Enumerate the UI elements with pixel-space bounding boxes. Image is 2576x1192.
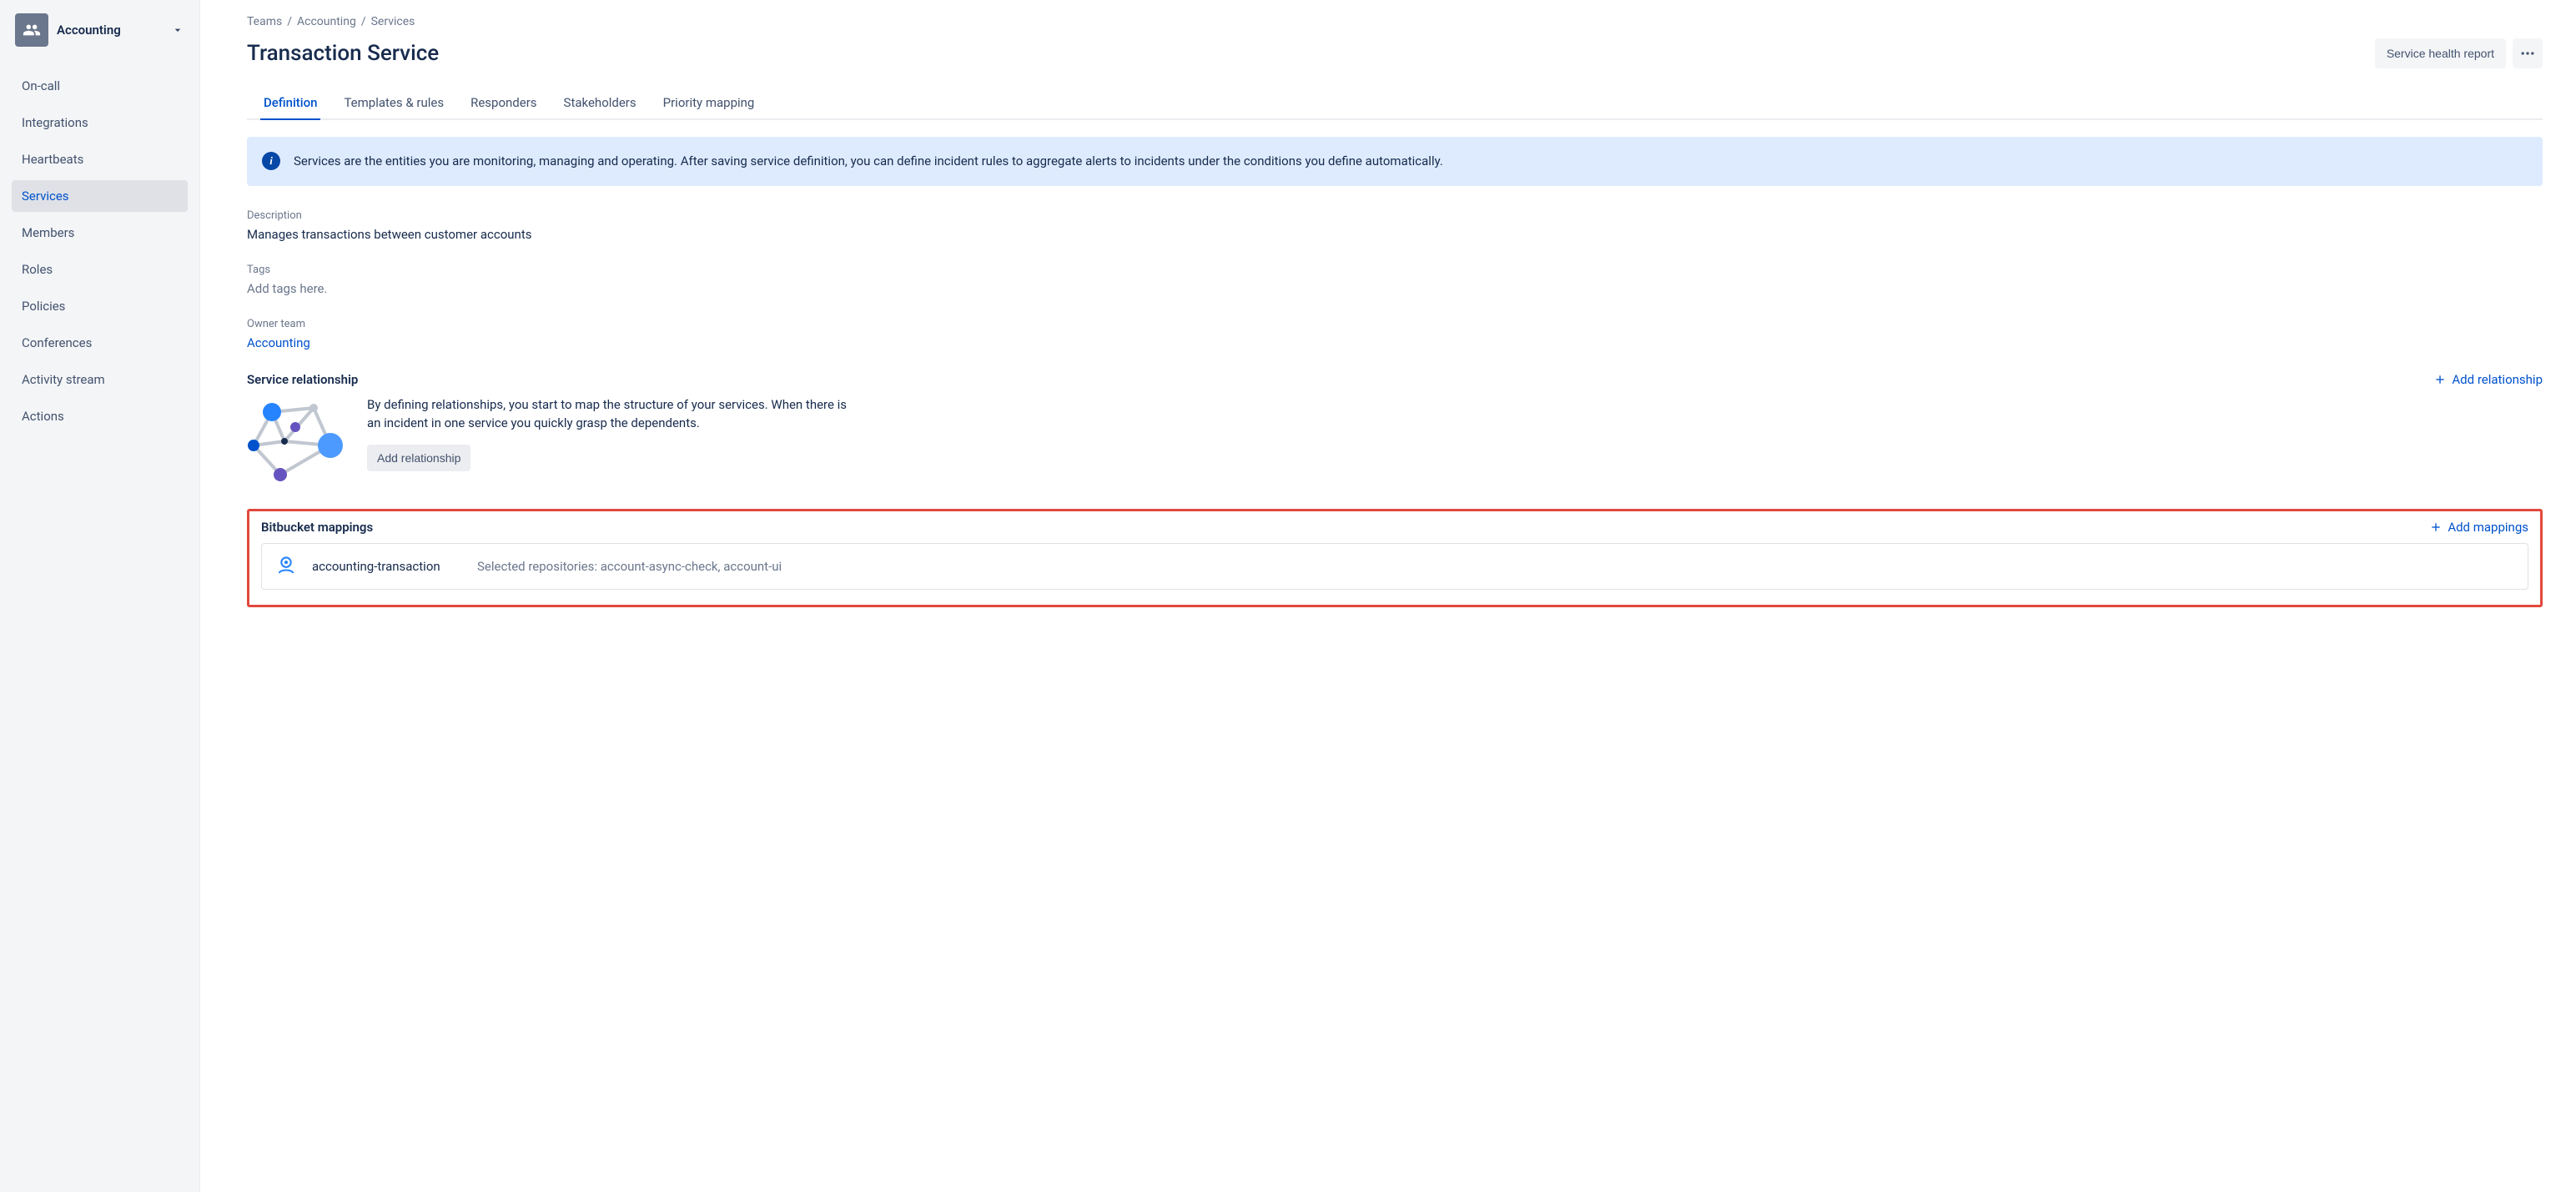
tab-responders[interactable]: Responders (467, 87, 540, 120)
sidebar-item-members[interactable]: Members (12, 217, 188, 249)
sidebar-nav: On-call Integrations Heartbeats Services… (7, 70, 193, 432)
service-health-report-button[interactable]: Service health report (2375, 38, 2506, 68)
bitbucket-icon (275, 556, 297, 577)
info-panel: i Services are the entities you are moni… (247, 137, 2543, 186)
chevron-down-icon (171, 23, 184, 37)
team-switcher[interactable]: Accounting (7, 7, 193, 53)
plus-icon (2433, 373, 2447, 386)
more-icon (2519, 45, 2536, 62)
service-relationship-section: Service relationship Add relationship (247, 372, 2543, 487)
sidebar-item-heartbeats[interactable]: Heartbeats (12, 143, 188, 175)
add-relationship-button[interactable]: Add relationship (367, 445, 470, 471)
main-content: Teams / Accounting / Services Transactio… (200, 0, 2576, 1192)
mapping-name: accounting-transaction (312, 559, 462, 574)
page-title: Transaction Service (247, 41, 439, 66)
tags-section: Tags Add tags here. (247, 264, 2543, 296)
bitbucket-mappings-section: Bitbucket mappings Add mappings accounti… (247, 509, 2543, 607)
owner-team-label: Owner team (247, 318, 2543, 330)
description-value[interactable]: Manages transactions between customer ac… (247, 227, 2543, 242)
breadcrumb-accounting[interactable]: Accounting (297, 15, 356, 28)
description-label: Description (247, 209, 2543, 222)
sidebar-item-activity-stream[interactable]: Activity stream (12, 364, 188, 395)
sidebar-item-services[interactable]: Services (12, 180, 188, 212)
mapping-repos: Selected repositories: account-async-che… (477, 559, 782, 574)
sidebar-item-on-call[interactable]: On-call (12, 70, 188, 102)
plus-icon (2429, 521, 2443, 534)
breadcrumb-teams[interactable]: Teams (247, 15, 282, 28)
tab-priority-mapping[interactable]: Priority mapping (660, 87, 758, 120)
owner-team-link[interactable]: Accounting (247, 335, 2543, 350)
info-icon: i (262, 152, 280, 170)
add-mappings-link[interactable]: Add mappings (2429, 520, 2528, 535)
breadcrumb-separator: / (287, 15, 292, 28)
breadcrumb: Teams / Accounting / Services (247, 15, 2543, 28)
sidebar-item-roles[interactable]: Roles (12, 254, 188, 285)
team-icon (15, 13, 48, 47)
add-relationship-label: Add relationship (2452, 372, 2543, 387)
sidebar-item-policies[interactable]: Policies (12, 290, 188, 322)
team-name: Accounting (57, 23, 171, 38)
tab-definition[interactable]: Definition (260, 87, 320, 120)
breadcrumb-services[interactable]: Services (371, 15, 415, 28)
more-actions-button[interactable] (2513, 38, 2543, 68)
sidebar: Accounting On-call Integrations Heartbea… (0, 0, 200, 1192)
add-mappings-label: Add mappings (2448, 520, 2528, 535)
tab-stakeholders[interactable]: Stakeholders (561, 87, 640, 120)
add-relationship-link[interactable]: Add relationship (2433, 372, 2543, 387)
sidebar-item-actions[interactable]: Actions (12, 400, 188, 432)
relationship-graph-icon (247, 395, 347, 487)
description-section: Description Manages transactions between… (247, 209, 2543, 242)
tabs: Definition Templates & rules Responders … (247, 87, 2543, 120)
sidebar-item-conferences[interactable]: Conferences (12, 327, 188, 359)
tab-templates-rules[interactable]: Templates & rules (340, 87, 447, 120)
bitbucket-title: Bitbucket mappings (261, 520, 373, 535)
breadcrumb-separator: / (361, 15, 366, 28)
info-text: Services are the entities you are monito… (294, 152, 1443, 171)
relationship-description: By defining relationships, you start to … (367, 395, 851, 433)
owner-team-section: Owner team Accounting (247, 318, 2543, 350)
tags-label: Tags (247, 264, 2543, 276)
tags-input[interactable]: Add tags here. (247, 281, 2543, 296)
sidebar-item-integrations[interactable]: Integrations (12, 107, 188, 138)
mapping-card[interactable]: accounting-transaction Selected reposito… (261, 543, 2528, 590)
relationship-title: Service relationship (247, 372, 358, 387)
